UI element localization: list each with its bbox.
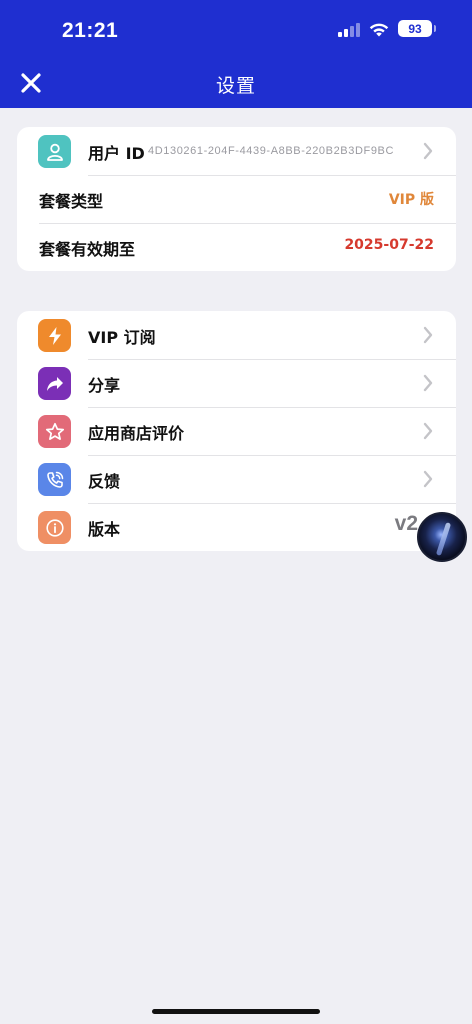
floating-avatar-button[interactable] [417,512,467,562]
divider [88,407,456,408]
info-icon [38,511,71,544]
status-indicators: 93 [338,20,436,37]
feedback-row[interactable]: 反馈 [17,455,456,503]
version-row: 版本 v2 [17,503,456,551]
chevron-right-icon [423,374,433,392]
header-bar: 21:21 93 设置 [0,0,472,108]
phone-icon [38,463,71,496]
home-indicator[interactable] [152,1009,320,1014]
divider [88,503,456,504]
user-id-row[interactable]: 用户 ID 4D130261-204F-4439-A8BB-220B2B3DF9… [17,127,456,175]
battery-icon: 93 [398,20,436,37]
app-store-rating-label: 应用商店评价 [88,424,185,443]
vip-subscription-label: VIP 订阅 [88,328,156,347]
divider [88,359,456,360]
chevron-right-icon [423,142,433,160]
share-label: 分享 [88,376,121,395]
status-time: 21:21 [62,19,119,42]
feedback-label: 反馈 [88,472,121,491]
plan-expiry-row: 套餐有效期至 2025-07-22 [17,223,456,271]
chevron-right-icon [423,326,433,344]
plan-expiry-value: 2025-07-22 [344,237,434,253]
plan-expiry-label: 套餐有效期至 [39,240,136,259]
version-label: 版本 [88,520,121,539]
menu-card: VIP 订阅 分享 应用商店评价 反馈 版本 v2 [17,311,456,551]
cellular-signal-icon [338,21,360,37]
user-icon [38,135,71,168]
user-id-label: 用户 ID [88,144,145,163]
plan-type-value: VIP 版 [388,192,434,208]
version-value: v2 [394,512,418,535]
chevron-right-icon [423,470,433,488]
share-arrow-icon [38,367,71,400]
divider [39,223,456,224]
account-card: 用户 ID 4D130261-204F-4439-A8BB-220B2B3DF9… [17,127,456,271]
divider [88,175,456,176]
share-row[interactable]: 分享 [17,359,456,407]
plan-type-label: 套餐类型 [39,192,104,211]
star-icon [38,415,71,448]
page-title: 设置 [215,75,256,97]
app-store-rating-row[interactable]: 应用商店评价 [17,407,456,455]
vip-subscription-row[interactable]: VIP 订阅 [17,311,456,359]
plan-type-row: 套餐类型 VIP 版 [17,175,456,223]
user-id-value: 4D130261-204F-4439-A8BB-220B2B3DF9BC [148,145,395,157]
wifi-icon [369,23,389,36]
battery-level: 93 [408,21,422,36]
lightning-icon [38,319,71,352]
divider [88,455,456,456]
chevron-right-icon [423,422,433,440]
